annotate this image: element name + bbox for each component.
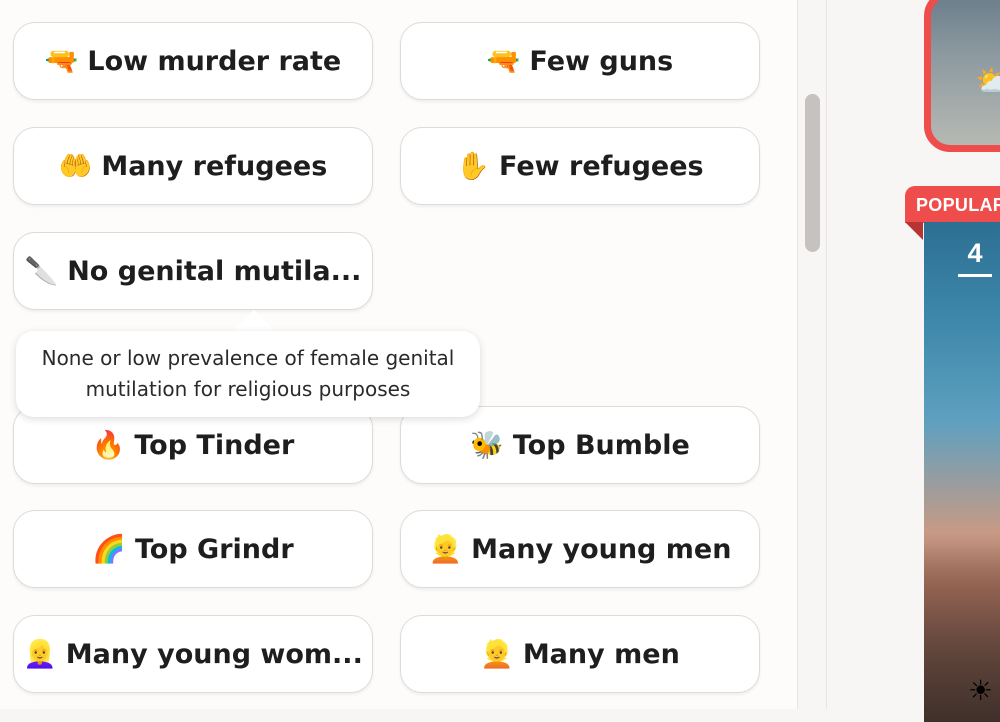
filter-top-bumble[interactable]: 🐝 Top Bumble [400, 406, 760, 484]
filter-many-young-men[interactable]: 👱 Many young men [400, 510, 760, 588]
partly-cloudy-icon: ⛅ [975, 67, 1000, 97]
filter-label: Many men [522, 638, 680, 670]
city-card-popular[interactable]: 4 ☀ [924, 222, 1000, 722]
fire-icon: 🔥 [91, 429, 126, 461]
city-card-top[interactable]: ⛅ [924, 0, 1000, 152]
city-rank: 4 [958, 240, 992, 277]
tooltip-text: None or low prevalence of female genital… [41, 346, 455, 401]
filter-label: Many young wom... [65, 638, 363, 670]
filter-label: Few refugees [499, 150, 704, 182]
filter-label: Top Grindr [134, 533, 294, 565]
filter-many-men[interactable]: 👱 Many men [400, 615, 760, 693]
bee-icon: 🐝 [470, 429, 504, 461]
filter-label: Low murder rate [87, 45, 342, 77]
popular-badge: POPULAR [905, 186, 1000, 223]
water-pistol-icon: 🔫 [44, 45, 79, 77]
filter-label: No genital mutila... [67, 255, 362, 287]
filter-few-refugees[interactable]: ✋ Few refugees [400, 127, 760, 205]
tooltip-arrow [232, 310, 276, 332]
knife-icon: 🔪 [24, 255, 59, 287]
filter-few-guns[interactable]: 🔫 Few guns [400, 22, 760, 100]
filter-label: Top Bumble [512, 429, 690, 461]
raised-hand-icon: ✋ [456, 150, 490, 182]
filter-label: Many young men [471, 533, 732, 565]
man-icon: 👱 [480, 638, 514, 670]
filter-label: Few guns [529, 45, 674, 77]
rainbow-icon: 🌈 [92, 533, 126, 565]
sun-icon: ☀ [968, 674, 994, 707]
filter-low-murder-rate[interactable]: 🔫 Low murder rate [13, 22, 373, 100]
water-pistol-icon: 🔫 [486, 45, 521, 77]
filter-label: Top Tinder [134, 429, 295, 461]
filters-panel: 🔫 Low murder rate 🔫 Few guns 🤲 Many refu… [0, 0, 797, 709]
filter-top-tinder[interactable]: 🔥 Top Tinder [13, 406, 373, 484]
filter-many-refugees[interactable]: 🤲 Many refugees [13, 127, 373, 205]
young-woman-icon: 👱‍♀️ [23, 638, 57, 670]
filter-no-genital-mutilation[interactable]: 🔪 No genital mutila... [13, 232, 373, 310]
filter-tooltip: None or low prevalence of female genital… [16, 331, 480, 417]
filter-many-young-women[interactable]: 👱‍♀️ Many young wom... [13, 615, 373, 693]
filter-label: Many refugees [101, 150, 328, 182]
young-man-icon: 👱 [428, 533, 463, 565]
open-hands-icon: 🤲 [58, 150, 93, 182]
badge-notch [905, 222, 923, 240]
filter-top-grindr[interactable]: 🌈 Top Grindr [13, 510, 373, 588]
scrollbar-thumb[interactable] [805, 94, 820, 252]
